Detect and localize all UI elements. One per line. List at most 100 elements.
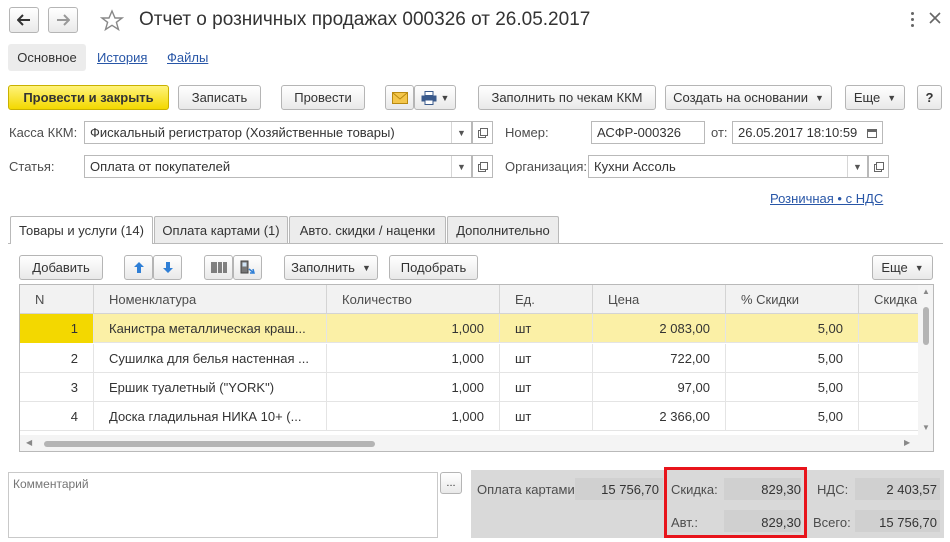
date-label: от: [711,125,728,140]
more-vertical-icon[interactable] [905,7,919,31]
create-based-button[interactable]: Создать на основании ▼ [665,85,832,110]
row-discount-percent: 5,00 [726,344,859,373]
help-button[interactable]: ? [917,85,942,110]
add-button[interactable]: Добавить [19,255,103,280]
horizontal-scrollbar[interactable]: ◀ ▶ [20,435,933,451]
table-row[interactable]: 2 Сушилка для белья настенная ... 1,000 … [20,344,918,373]
totals-panel: Оплата картами: 15 756,70 Скидка: 829,30… [471,467,944,538]
open-article-button[interactable] [472,155,493,178]
open-kassa-button[interactable] [472,121,493,144]
org-field[interactable]: Кухни Ассоль ▼ [588,155,868,178]
subtab-main[interactable]: Основное [8,44,86,71]
row-price: 2 083,00 [593,314,726,343]
dropdown-icon[interactable]: ▼ [847,156,867,177]
vertical-scroll-thumb[interactable] [923,307,929,345]
scroll-down-icon[interactable]: ▼ [922,423,930,432]
arrow-down-icon [162,262,173,273]
org-label: Организация: [505,159,588,174]
scroll-left-icon[interactable]: ◀ [26,438,32,447]
grand-total-label: Всего: [813,515,851,530]
subtab-files[interactable]: Файлы [167,50,208,65]
date-field[interactable]: 26.05.2017 18:10:59 [732,121,883,144]
comment-field[interactable] [8,472,438,538]
col-header-n[interactable]: N [20,285,94,314]
article-field[interactable]: Оплата от покупателей ▼ [84,155,472,178]
col-header-nomenclature[interactable]: Номенклатура [94,285,327,314]
article-label: Статья: [9,159,55,174]
col-header-price[interactable]: Цена [593,285,726,314]
tab-additional[interactable]: Дополнительно [447,216,559,243]
fill-button[interactable]: Заполнить ▼ [284,255,378,280]
scroll-right-icon[interactable]: ▶ [904,438,910,447]
tab-auto-discounts[interactable]: Авто. скидки / наценки [289,216,446,243]
arrow-up-icon [133,262,144,273]
date-value: 26.05.2017 18:10:59 [738,125,858,140]
more-button[interactable]: Еще ▼ [845,85,905,110]
star-icon[interactable] [100,9,124,33]
table-row[interactable]: 3 Ершик туалетный ("YORK") 1,000 шт 97,0… [20,373,918,402]
create-based-label: Создать на основании [673,90,808,105]
scroll-up-icon[interactable]: ▲ [922,287,930,296]
row-quantity: 1,000 [327,314,500,343]
row-discount-percent: 5,00 [726,373,859,402]
grand-total-value: 15 756,70 [879,515,937,530]
arrow-right-icon [57,14,70,26]
col-header-unit[interactable]: Ед. [500,285,593,314]
move-up-button[interactable] [124,255,153,280]
row-quantity: 1,000 [327,373,500,402]
fill-label: Заполнить [291,260,355,275]
fill-by-checks-button[interactable]: Заполнить по чекам ККМ [478,85,656,110]
row-number: 3 [20,373,94,402]
table-more-button[interactable]: Еще ▼ [872,255,933,280]
pick-button[interactable]: Подобрать [389,255,478,280]
col-header-quantity[interactable]: Количество [327,285,500,314]
vertical-scrollbar[interactable]: ▲ ▼ [918,285,933,435]
row-unit: шт [500,402,593,431]
post-button[interactable]: Провести [281,85,365,110]
row-nomenclature: Ершик туалетный ("YORK") [94,373,327,402]
table-row[interactable]: 4 Доска гладильная НИКА 10+ (... 1,000 ш… [20,402,918,431]
data-collection-button[interactable] [233,255,262,280]
article-value: Оплата от покупателей [90,159,231,174]
open-org-button[interactable] [868,155,889,178]
close-icon[interactable] [928,11,942,25]
tab-card-payments[interactable]: Оплата картами (1) [154,216,288,243]
dropdown-icon[interactable]: ▼ [451,156,471,177]
barcode-button[interactable] [204,255,233,280]
row-unit: шт [500,314,593,343]
open-icon [477,127,488,138]
row-quantity: 1,000 [327,402,500,431]
chevron-down-icon: ▼ [887,92,897,103]
row-discount-percent: 5,00 [726,314,859,343]
row-number: 2 [20,344,94,373]
chevron-down-icon: ▼ [361,262,371,273]
print-button[interactable]: ▼ [414,85,456,110]
dropdown-icon[interactable]: ▼ [451,122,471,143]
number-label: Номер: [505,125,549,140]
row-price: 2 366,00 [593,402,726,431]
forward-button[interactable] [48,7,78,33]
col-header-discount-percent[interactable]: % Скидки [726,285,859,314]
kassa-field[interactable]: Фискальный регистратор (Хозяйственные то… [84,121,472,144]
printer-icon [421,90,437,105]
kassa-value: Фискальный регистратор (Хозяйственные то… [90,125,395,140]
mail-button[interactable] [385,85,414,110]
chevron-down-icon: ▼ [914,262,924,273]
chevron-down-icon: ▼ [440,92,450,103]
goods-table[interactable]: N Номенклатура Количество Ед. Цена % Ски… [19,284,934,452]
write-button[interactable]: Записать [178,85,261,110]
move-down-button[interactable] [153,255,182,280]
back-button[interactable] [9,7,39,33]
comment-open-button[interactable]: ... [440,472,462,494]
post-and-close-button[interactable]: Провести и закрыть [8,85,169,110]
subtab-history[interactable]: История [97,50,147,65]
tab-goods[interactable]: Товары и услуги (14) [10,216,153,244]
row-nomenclature: Доска гладильная НИКА 10+ (... [94,402,327,431]
calendar-icon[interactable] [862,122,882,143]
open-icon [477,161,488,172]
table-row[interactable]: 1 Канистра металлическая краш... 1,000 ш… [20,314,918,343]
vat-label: НДС: [817,482,849,497]
price-type-link[interactable]: Розничная • с НДС [770,191,883,206]
horizontal-scroll-thumb[interactable] [44,441,375,447]
number-field[interactable]: АСФР-000326 [591,121,705,144]
